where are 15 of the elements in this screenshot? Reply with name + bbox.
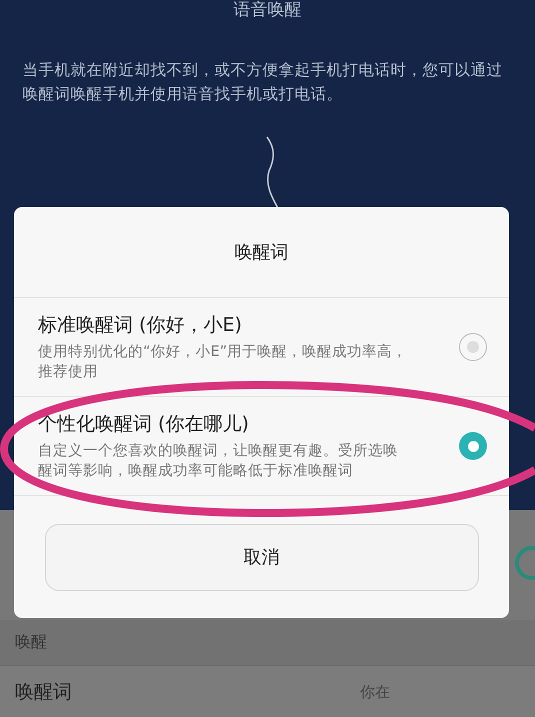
radio-button[interactable] — [459, 333, 487, 361]
setting-value: 你在 — [360, 682, 390, 702]
dialog-title: 唤醒词 — [234, 241, 290, 265]
page-title: 语音唤醒 — [234, 0, 302, 22]
setting-label: 唤醒词 — [15, 680, 72, 705]
cancel-button[interactable]: 取消 — [44, 524, 478, 590]
option-title: 个性化唤醒词 (你在哪儿) — [38, 412, 250, 437]
option-row[interactable]: 标准唤醒词 (你好，小E) 使用特别优化的“你好，小E”用于唤醒，唤醒成功率高，推荐使用 — [14, 297, 509, 396]
option-description: 自定义一个您喜欢的唤醒词，让唤醒更有趣。受所选唤醒词等影响，唤醒成功率可能略低于标准唤醒词 — [38, 442, 399, 481]
option-description: 使用特别优化的“你好，小E”用于唤醒，唤醒成功率高，推荐使用 — [38, 342, 408, 382]
section-header: 唤醒 — [0, 620, 535, 665]
radio-button[interactable] — [459, 432, 487, 460]
option-row[interactable]: 个性化唤醒词 (你在哪儿) 自定义一个您喜欢的唤醒词，让唤醒更有趣。受所选唤醒词等影响，唤醒成功率可能略低于标准唤醒词 — [14, 396, 509, 495]
description-text: 当手机就在附近却找不到，或不方便拿起手机打电话时，您可以通过唤醒词唤醒手机并使用语音找手机或打电话。 — [22, 60, 504, 105]
option-title: 标准唤醒词 (你好，小E) — [38, 313, 243, 338]
